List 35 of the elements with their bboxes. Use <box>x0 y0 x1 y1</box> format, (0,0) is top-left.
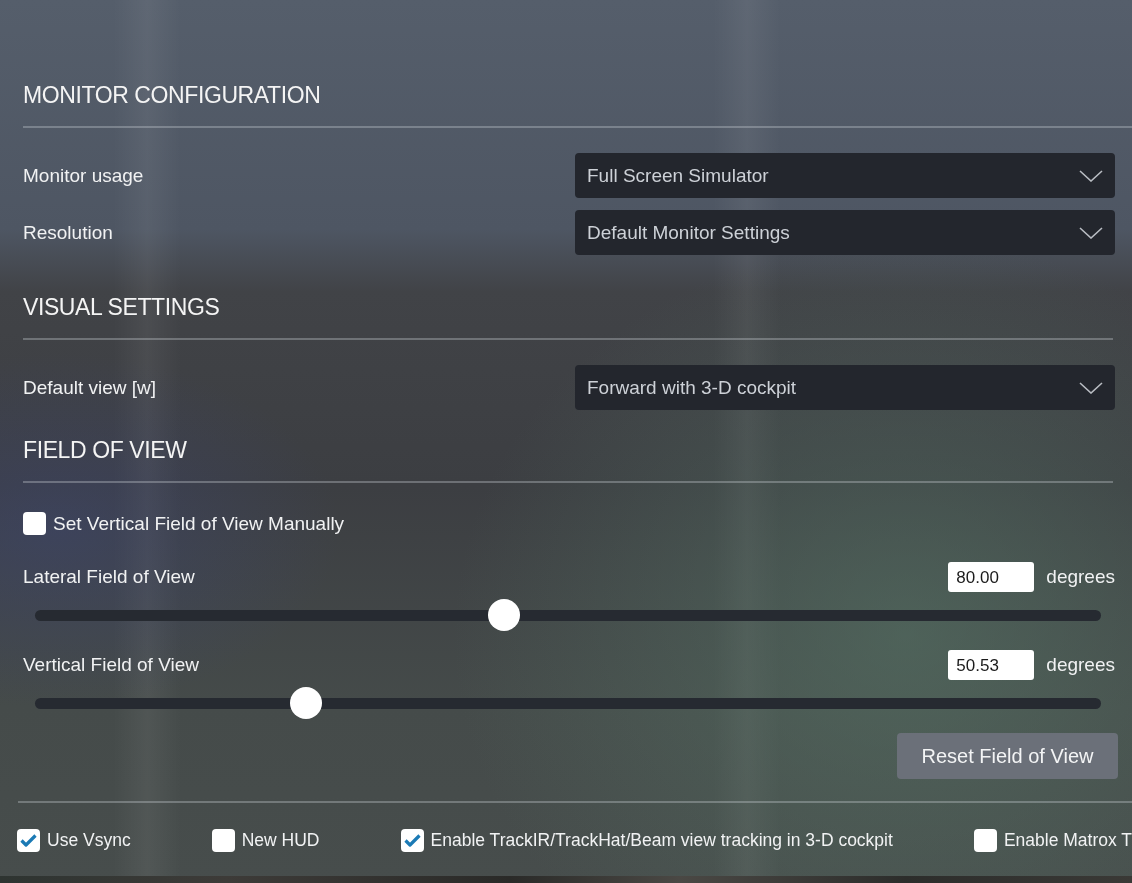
checkbox-label[interactable]: Enable TrackIR/TrackHat/Beam view tracking in 3-D cockpit <box>430 830 893 851</box>
checkbox[interactable] <box>17 829 40 852</box>
chevron-down-icon <box>1079 169 1103 182</box>
slider-thumb[interactable] <box>488 599 521 631</box>
checkbox[interactable] <box>211 829 235 852</box>
chevron-down-icon <box>1079 381 1103 394</box>
slider-thumb[interactable] <box>289 687 322 719</box>
checkbox-label[interactable]: Use Vsync <box>47 830 131 851</box>
slider-track[interactable] <box>35 599 1101 631</box>
unit-label: degrees <box>1046 566 1115 588</box>
unit-label: degrees <box>1046 654 1115 676</box>
chevron-down-icon <box>1079 226 1103 239</box>
section-heading: MONITOR CONFIGURATION <box>23 81 322 110</box>
value-input-field[interactable]: 80.00 <box>948 562 1035 592</box>
checkbox-label[interactable]: Enable Matrox T <box>1003 830 1132 851</box>
slider-label: Vertical Field of View <box>23 654 200 676</box>
setting-label: Default view [w] <box>23 376 158 399</box>
value-input-field[interactable]: 50.53 <box>948 650 1035 680</box>
reset-button[interactable]: Reset Field of View <box>897 733 1118 779</box>
section-heading: VISUAL SETTINGS <box>23 293 221 322</box>
checkbox-label[interactable]: Set Vertical Field of View Manually <box>53 512 345 535</box>
dropdown[interactable]: Forward with 3-D cockpit <box>575 365 1115 410</box>
setting-label: Monitor usage <box>23 164 145 187</box>
checkmark-icon <box>403 834 421 847</box>
checkbox[interactable] <box>23 512 46 535</box>
checkmark-icon <box>20 834 37 847</box>
dropdown[interactable]: Full Screen Simulator <box>575 153 1115 198</box>
slider-label: Lateral Field of View <box>23 566 196 588</box>
checkbox[interactable] <box>973 829 997 852</box>
checkbox[interactable] <box>400 829 424 852</box>
dropdown[interactable]: Default Monitor Settings <box>575 210 1115 255</box>
checkbox-label[interactable]: New HUD <box>241 830 320 851</box>
slider-track[interactable] <box>35 687 1101 719</box>
setting-label: Resolution <box>23 221 114 244</box>
section-heading: FIELD OF VIEW <box>23 436 188 465</box>
